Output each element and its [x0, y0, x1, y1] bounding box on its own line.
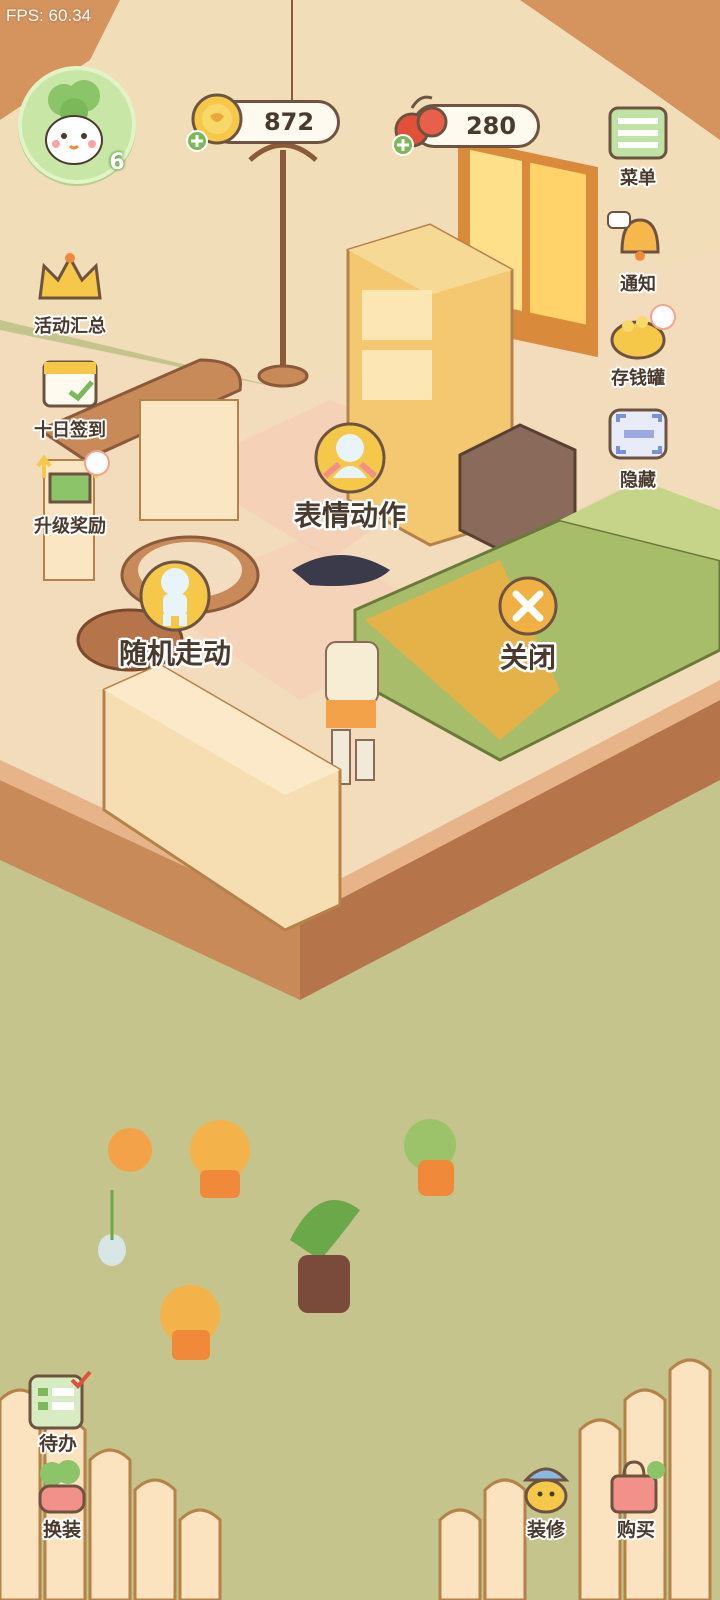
random-walk-action-label: 随机走动 — [118, 637, 231, 670]
menu-button[interactable]: 菜单 — [596, 100, 680, 190]
player-level-badge: 6 — [109, 150, 125, 175]
shop-button[interactable]: 购买 — [596, 1456, 676, 1542]
coin-amount: 872 — [263, 108, 315, 136]
close-x-icon — [498, 576, 558, 636]
hide-frame-icon — [608, 408, 668, 460]
shop-bag-icon — [610, 1460, 665, 1514]
piggy-bank-label: 存钱罐 — [611, 368, 665, 389]
add-cherries-plus-icon[interactable] — [392, 134, 414, 156]
close-action-button[interactable]: 关闭 — [478, 574, 578, 676]
cherry-amount: 280 — [465, 112, 517, 140]
todo-label: 待办 — [38, 1433, 77, 1455]
ten-day-checkin-button[interactable]: 十日签到 — [22, 352, 118, 442]
menu-label: 菜单 — [620, 168, 656, 189]
decorate-worker-icon — [522, 1467, 570, 1514]
todo-button[interactable]: 待办 — [18, 1370, 98, 1456]
hide-ui-button[interactable]: 隐藏 — [596, 402, 680, 492]
decorate-label: 装修 — [526, 1519, 565, 1541]
notice-button[interactable]: 通知 — [596, 206, 680, 296]
ten-day-checkin-label: 十日签到 — [34, 420, 106, 441]
upgrade-reward-label: 升级奖励 — [34, 516, 106, 537]
events-summary-button[interactable]: 活动汇总 — [22, 248, 118, 338]
hide-ui-label: 隐藏 — [620, 470, 656, 491]
piggy-new-dot-icon — [650, 304, 676, 330]
notice-label: 通知 — [620, 274, 656, 295]
dressup-button[interactable]: 换装 — [22, 1456, 102, 1542]
calendar-icon — [42, 360, 98, 408]
events-summary-label: 活动汇总 — [34, 316, 106, 337]
emote-figure-icon — [314, 422, 386, 494]
crown-icon — [38, 253, 102, 300]
bell-icon — [607, 211, 660, 261]
emote-action-button[interactable]: 表情动作 — [280, 418, 420, 534]
fps-counter: FPS: 60.34 — [6, 6, 92, 25]
dressup-label: 换装 — [42, 1519, 81, 1541]
random-walk-action-button[interactable]: 随机走动 — [110, 556, 240, 672]
close-action-label: 关闭 — [499, 641, 556, 674]
dressup-clover-icon — [38, 1460, 86, 1514]
todo-checklist-icon — [28, 1370, 92, 1430]
add-coins-plus-icon[interactable] — [186, 130, 208, 152]
shop-label: 购买 — [616, 1519, 655, 1541]
menu-list-icon — [608, 106, 668, 160]
decorate-button[interactable]: 装修 — [506, 1456, 586, 1542]
walk-figure-icon — [139, 560, 211, 632]
upgrade-new-dot-icon — [84, 450, 110, 476]
emote-action-label: 表情动作 — [293, 499, 406, 532]
